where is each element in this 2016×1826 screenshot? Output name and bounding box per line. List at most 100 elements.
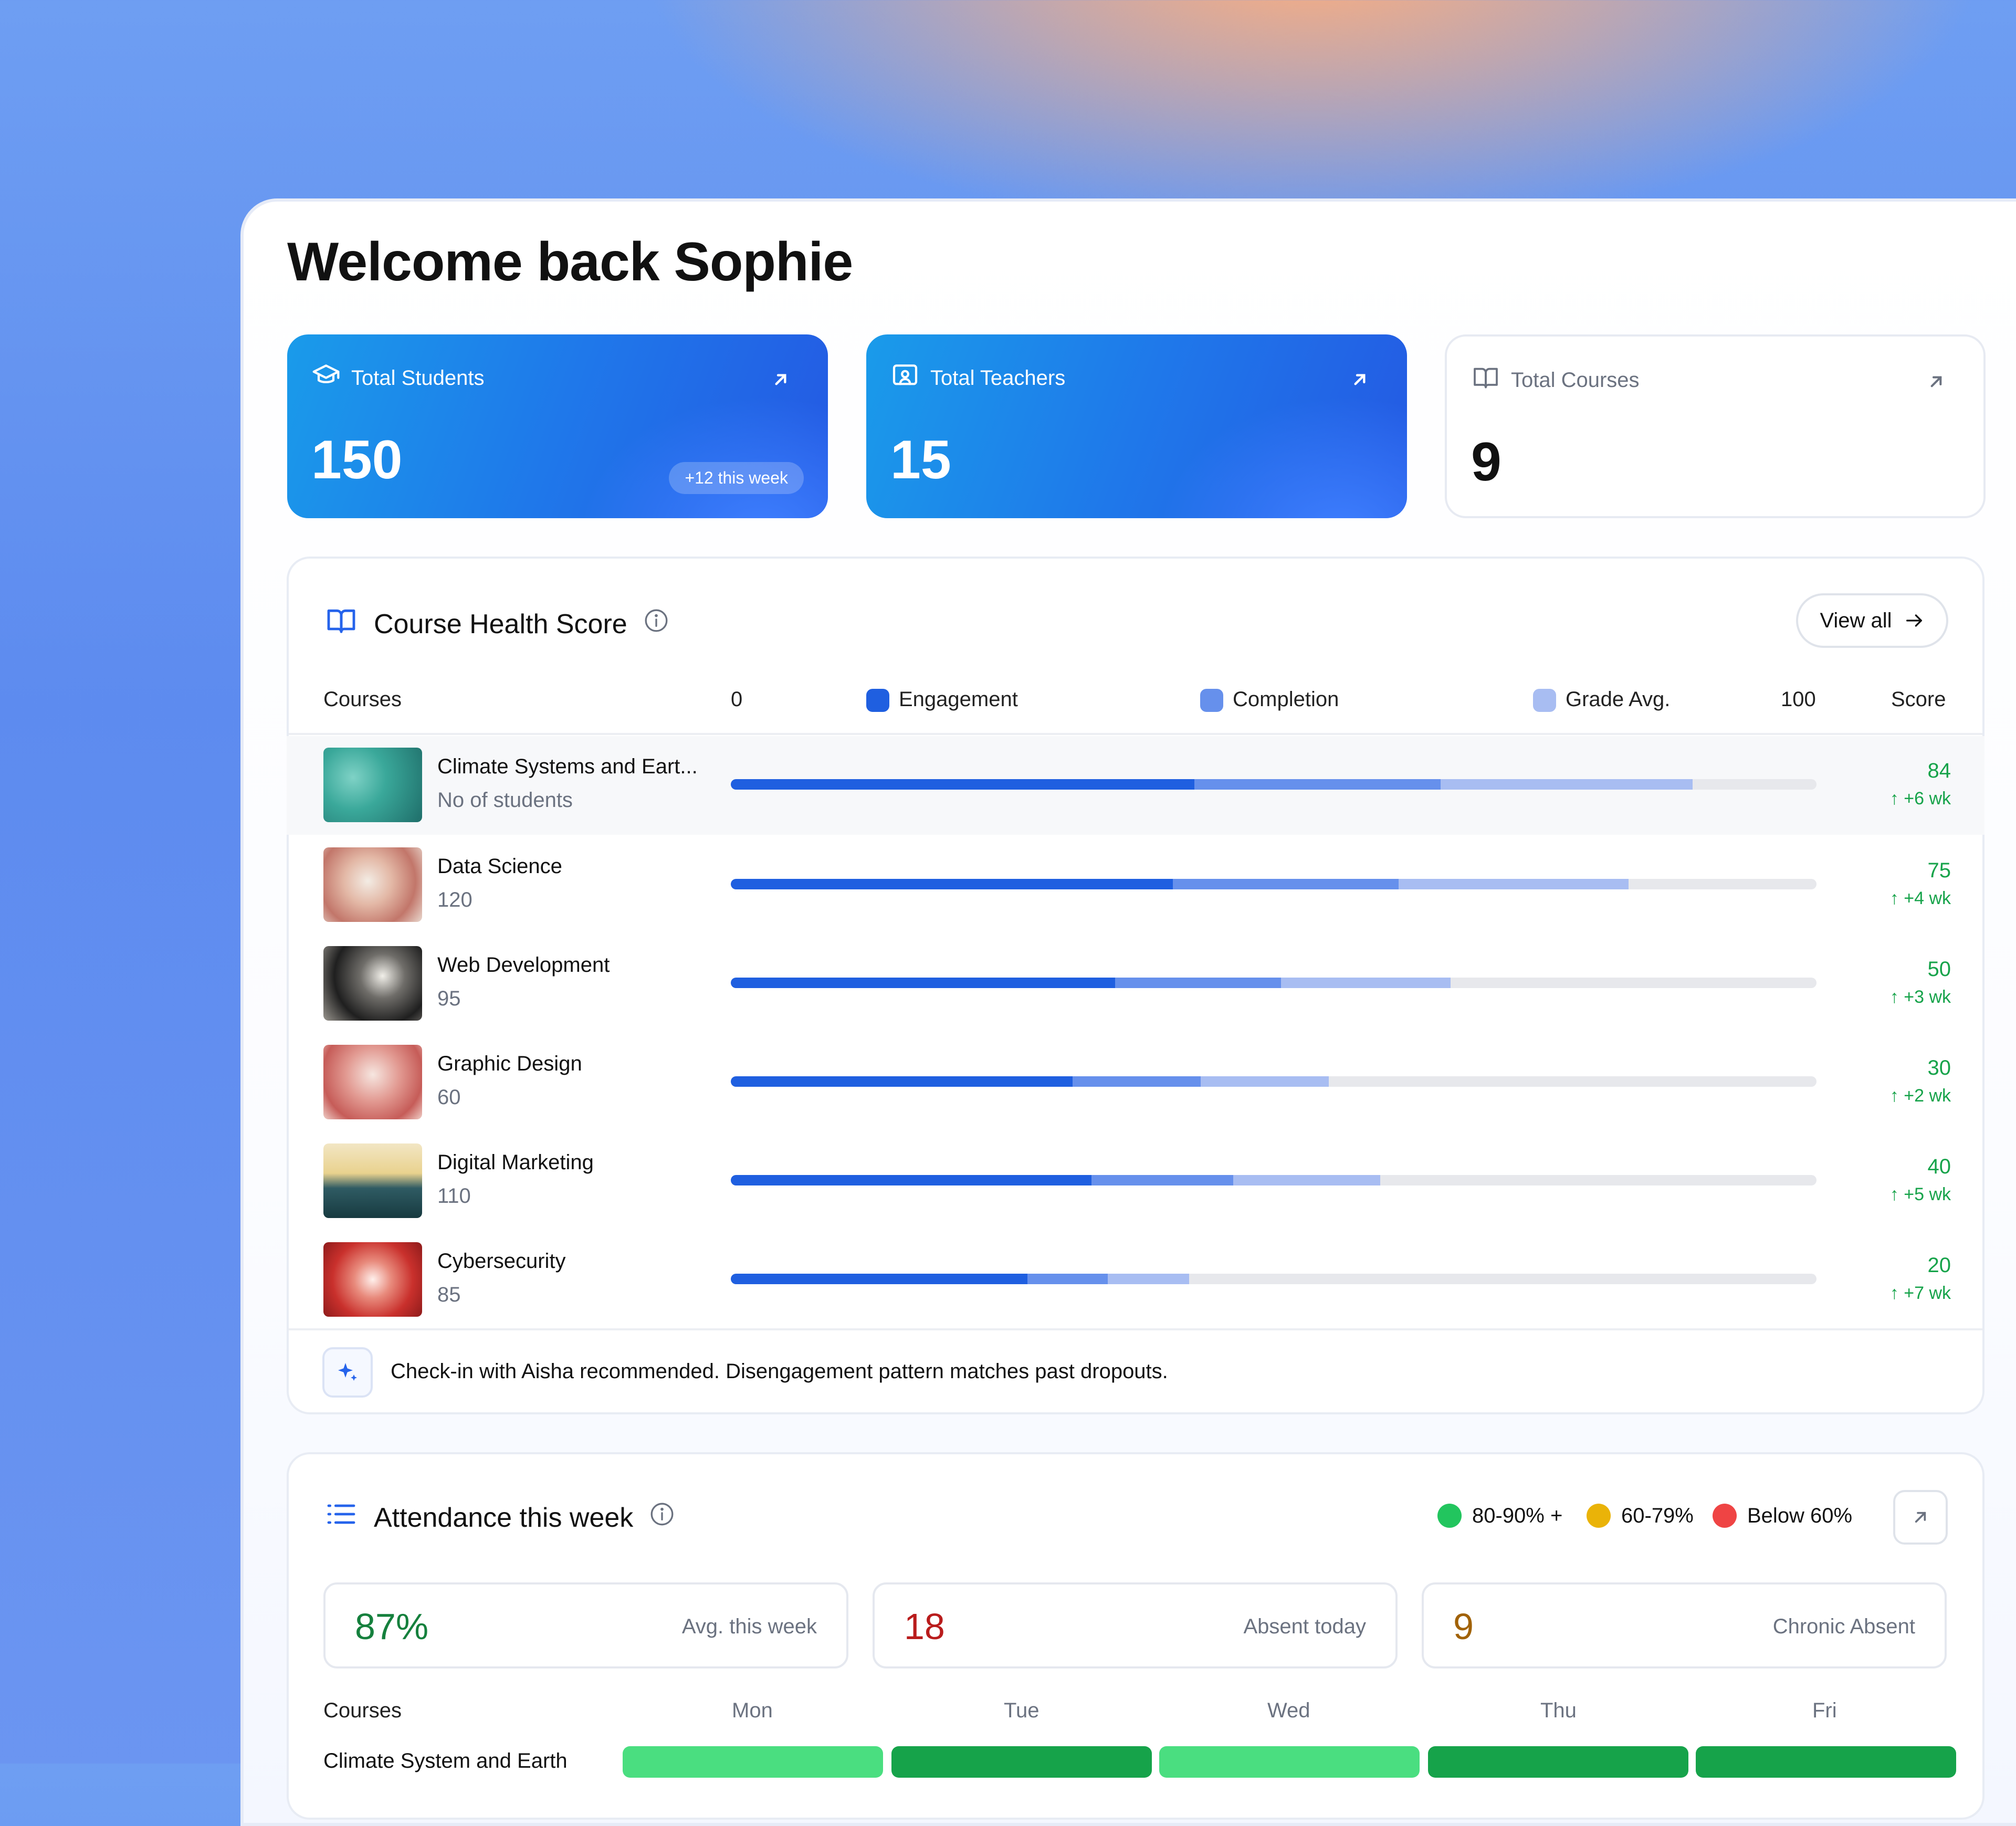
- course-row[interactable]: Climate Systems and Eart... No of student…: [287, 736, 1984, 835]
- grade-segment: [1107, 1274, 1189, 1284]
- arrow-up-icon: ↑: [1889, 1283, 1899, 1303]
- course-students: 110: [437, 1184, 471, 1208]
- arrow-up-right-icon[interactable]: [1926, 371, 1947, 392]
- day-header-thu: Thu: [1540, 1699, 1577, 1722]
- grade-segment: [1281, 978, 1451, 988]
- grade-segment: [1201, 1076, 1329, 1087]
- completion-segment: [1194, 779, 1441, 790]
- chronic-absent-label: Chronic Absent: [1772, 1615, 1915, 1638]
- legend-grade: Grade Avg.: [1533, 688, 1670, 712]
- welcome-heading: Welcome back Sophie: [287, 232, 853, 292]
- graduation-cap-icon: [311, 361, 341, 395]
- course-row[interactable]: Data Science 120 75 ↑ +4 wk: [287, 836, 1984, 935]
- score-change: ↑ +2 wk: [1890, 1086, 1951, 1106]
- completion-segment: [1115, 978, 1282, 988]
- arrow-up-icon: ↑: [1889, 888, 1899, 908]
- day-header-mon: Mon: [732, 1699, 773, 1722]
- course-row[interactable]: Digital Marketing 110 40 ↑ +5 wk: [287, 1132, 1984, 1231]
- weekly-change-badge: +12 this week: [669, 462, 804, 494]
- teacher-board-icon: [890, 361, 920, 395]
- score-change: ↑ +6 wk: [1890, 789, 1951, 809]
- attendance-expand-button[interactable]: [1893, 1490, 1948, 1545]
- avg-week-label: Avg. this week: [681, 1615, 817, 1638]
- stat-card-teachers[interactable]: Total Teachers 15: [866, 334, 1407, 518]
- engagement-segment: [731, 879, 1173, 889]
- score-change: ↑ +7 wk: [1890, 1283, 1951, 1304]
- stat-label: Total Students: [351, 366, 485, 390]
- course-row[interactable]: Web Development 95 50 ↑ +3 wk: [287, 935, 1984, 1033]
- legend-high: 80-90% +: [1437, 1504, 1562, 1528]
- attendance-cell[interactable]: [1428, 1746, 1688, 1778]
- avg-week-card: 87% Avg. this week: [323, 1582, 848, 1668]
- course-students: 60: [437, 1086, 461, 1109]
- ai-sparkle-button[interactable]: [322, 1347, 373, 1398]
- course-thumbnail: [323, 847, 422, 922]
- health-bar: [731, 978, 1816, 988]
- stat-card-students[interactable]: Total Students 150 +12 this week: [287, 334, 828, 518]
- attendance-row-course: Climate System and Earth: [323, 1749, 568, 1772]
- book-open-icon: [324, 604, 358, 644]
- health-bar: [731, 779, 1816, 790]
- green-dot: [1437, 1504, 1462, 1528]
- course-row[interactable]: Graphic Design 60 30 ↑ +2 wk: [287, 1033, 1984, 1132]
- engagement-segment: [731, 978, 1116, 988]
- avg-week-value: 87%: [355, 1606, 429, 1647]
- attendance-cell[interactable]: [891, 1746, 1152, 1778]
- arrow-up-icon: ↑: [1889, 987, 1899, 1007]
- attendance-cell[interactable]: [1696, 1746, 1956, 1778]
- col-header-min: 0: [731, 688, 743, 711]
- arrow-up-icon: ↑: [1889, 789, 1899, 809]
- view-all-label: View all: [1820, 608, 1892, 632]
- day-header-wed: Wed: [1267, 1699, 1310, 1722]
- info-icon[interactable]: [649, 1501, 675, 1534]
- stat-card-courses[interactable]: Total Courses 9: [1445, 334, 1986, 518]
- score-change: ↑ +5 wk: [1890, 1184, 1951, 1205]
- legend-grade-label: Grade Avg.: [1566, 688, 1671, 711]
- header-divider: [289, 733, 1982, 735]
- arrow-up-right-icon: [1915, 1512, 1926, 1523]
- view-all-button[interactable]: View all: [1796, 593, 1948, 648]
- course-thumbnail: [323, 946, 422, 1021]
- health-bar: [731, 879, 1816, 889]
- course-score: 20: [1927, 1254, 1951, 1277]
- score-change: ↑ +4 wk: [1890, 888, 1951, 909]
- insight-text: Check-in with Aisha recommended. Disenga…: [391, 1360, 1168, 1383]
- sparkle-icon: [338, 1363, 357, 1381]
- score-change-label: +6 wk: [1904, 789, 1951, 809]
- course-thumbnail: [323, 1045, 422, 1119]
- attendance-col-courses: Courses: [323, 1699, 402, 1722]
- arrow-up-right-icon[interactable]: [770, 369, 791, 390]
- score-change-label: +5 wk: [1904, 1184, 1951, 1204]
- engagement-swatch: [866, 689, 889, 712]
- score-change: ↑ +3 wk: [1890, 987, 1951, 1008]
- health-bar: [731, 1274, 1816, 1284]
- legend-mid: 60-79%: [1587, 1504, 1694, 1528]
- legend-completion: Completion: [1200, 688, 1339, 712]
- insight-divider: [289, 1328, 1982, 1330]
- attendance-cell[interactable]: [1159, 1746, 1420, 1778]
- attendance-cell[interactable]: [623, 1746, 883, 1778]
- course-score: 40: [1927, 1155, 1951, 1178]
- col-header-max: 100: [1781, 688, 1816, 711]
- info-icon[interactable]: [643, 607, 669, 641]
- course-health-title: Course Health Score: [374, 608, 627, 639]
- course-score: 50: [1927, 958, 1951, 981]
- score-change-label: +7 wk: [1904, 1283, 1951, 1303]
- day-header-tue: Tue: [1004, 1699, 1040, 1722]
- course-name: Web Development: [437, 953, 610, 977]
- list-icon: [324, 1497, 358, 1538]
- yellow-dot: [1587, 1504, 1611, 1528]
- arrow-up-right-icon[interactable]: [1349, 369, 1370, 390]
- absent-today-card: 18 Absent today: [873, 1582, 1398, 1668]
- arrow-up-icon: ↑: [1889, 1184, 1899, 1204]
- day-header-fri: Fri: [1812, 1699, 1837, 1722]
- score-change-label: +3 wk: [1904, 987, 1951, 1007]
- course-name: Digital Marketing: [437, 1151, 594, 1174]
- engagement-segment: [731, 1274, 1027, 1284]
- red-dot: [1713, 1504, 1737, 1528]
- grade-segment: [1398, 879, 1629, 889]
- completion-segment: [1172, 879, 1399, 889]
- course-row[interactable]: Cybersecurity 85 20 ↑ +7 wk: [287, 1231, 1984, 1329]
- stat-label: Total Teachers: [930, 366, 1066, 390]
- book-icon: [1471, 363, 1500, 397]
